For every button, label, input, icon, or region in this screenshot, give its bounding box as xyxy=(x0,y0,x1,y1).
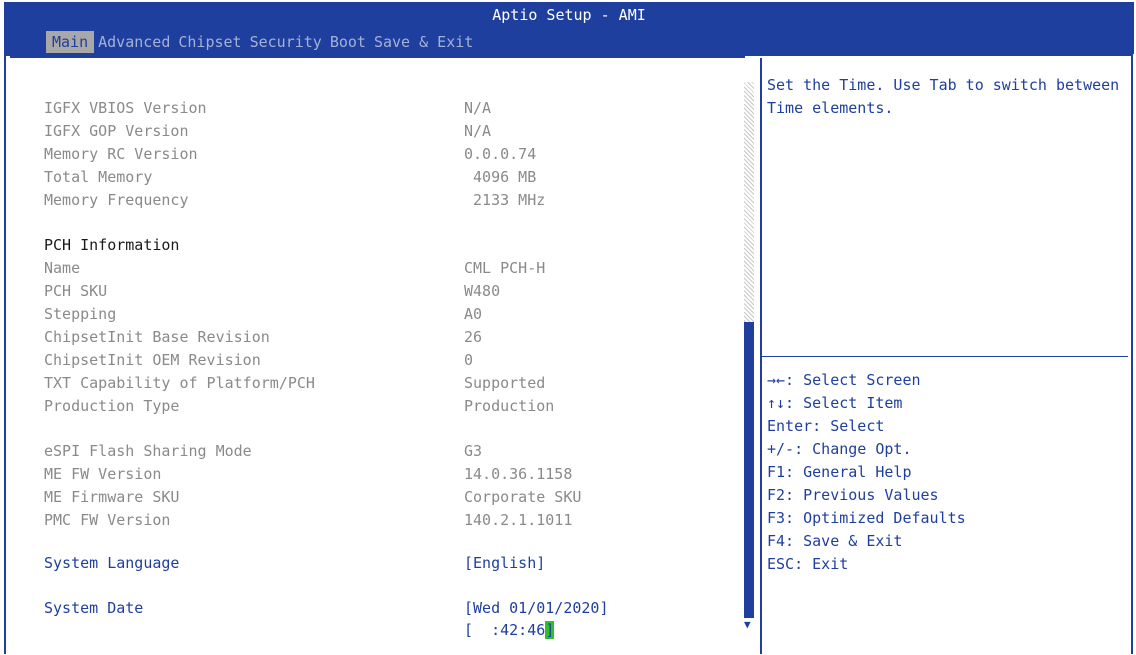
help-text: Set the Time. Use Tab to switch between … xyxy=(767,76,1120,117)
pch-sku-value: W480 xyxy=(464,282,501,300)
total-memory-label: Total Memory xyxy=(44,168,153,186)
pmc-fw-label: PMC FW Version xyxy=(44,511,171,529)
key-enter-select: Enter: Select xyxy=(767,417,885,435)
key-save-exit: F4: Save & Exit xyxy=(767,532,903,550)
tab-save-exit[interactable]: Save & Exit xyxy=(370,31,477,53)
total-memory-value: 4096 MB xyxy=(464,168,537,186)
key-general-help: F1: General Help xyxy=(767,463,912,481)
key-change-opt: +/-: Change Opt. xyxy=(767,440,912,458)
pch-sku-label: PCH SKU xyxy=(44,282,108,300)
time-hours-field[interactable]: 00 xyxy=(473,621,491,639)
key-esc-exit: ESC: Exit xyxy=(767,555,849,573)
key-select-item: ↑↓: Select Item xyxy=(767,394,903,412)
tab-advanced[interactable]: Advanced xyxy=(94,31,174,53)
me-sku-value: Corporate SKU xyxy=(464,488,582,506)
igfx-vbios-label: IGFX VBIOS Version xyxy=(44,99,207,117)
me-fw-value: 14.0.36.1158 xyxy=(464,465,573,483)
tab-boot[interactable]: Boot xyxy=(326,31,370,53)
base-revision-value: 26 xyxy=(464,328,483,346)
me-sku-label: ME Firmware SKU xyxy=(44,488,180,506)
tab-main[interactable]: Main xyxy=(46,31,95,53)
time-open-bracket: [ xyxy=(464,621,474,639)
pch-info-header: PCH Information xyxy=(44,236,180,254)
oem-revision-label: ChipsetInit OEM Revision xyxy=(44,351,261,369)
system-language-label[interactable]: System Language xyxy=(44,552,179,574)
igfx-vbios-value: N/A xyxy=(464,99,492,117)
key-optimized-defaults: F3: Optimized Defaults xyxy=(767,509,966,527)
tab-security[interactable]: Security xyxy=(246,31,326,53)
memory-frequency-label: Memory Frequency xyxy=(44,191,189,209)
pmc-fw-value: 140.2.1.1011 xyxy=(464,511,573,529)
system-language-value[interactable]: [English] xyxy=(464,552,545,574)
system-time-label[interactable]: System Time xyxy=(44,619,143,641)
memory-frequency-value: 2133 MHz xyxy=(464,191,546,209)
txt-capability-value: Supported xyxy=(464,374,546,392)
tab-chipset[interactable]: Chipset xyxy=(174,31,245,53)
stepping-label: Stepping xyxy=(44,305,117,323)
txt-capability-label: TXT Capability of Platform/PCH xyxy=(44,374,315,392)
key-legend: →←: Select Screen ↑↓: Select Item Enter:… xyxy=(767,369,966,576)
system-date-value[interactable]: [Wed 01/01/2020] xyxy=(464,597,609,619)
time-minutes-seconds[interactable]: :42:46 xyxy=(491,621,545,639)
mem-rc-value: 0.0.0.74 xyxy=(464,145,537,163)
oem-revision-value: 0 xyxy=(464,351,474,369)
pch-name-value: CML PCH-H xyxy=(464,259,546,277)
production-type-label: Production Type xyxy=(44,397,180,415)
scrollbar-thumb[interactable] xyxy=(744,322,754,618)
system-time-value[interactable]: [00:42:46] xyxy=(464,619,555,641)
scroll-down-arrow-icon[interactable]: ▼ xyxy=(744,618,751,631)
base-revision-label: ChipsetInit Base Revision xyxy=(44,328,270,346)
igfx-gop-label: IGFX GOP Version xyxy=(44,122,189,140)
tab-bar: Main Advanced Chipset Security Boot Save… xyxy=(46,31,477,53)
igfx-gop-value: N/A xyxy=(464,122,492,140)
system-date-label[interactable]: System Date xyxy=(44,597,143,619)
key-previous-values: F2: Previous Values xyxy=(767,486,939,504)
pch-name-label: Name xyxy=(44,259,81,277)
help-separator xyxy=(762,356,1128,357)
espi-mode-label: eSPI Flash Sharing Mode xyxy=(44,442,252,460)
me-fw-label: ME FW Version xyxy=(44,465,162,483)
production-type-value: Production xyxy=(464,397,555,415)
time-close-bracket: ] xyxy=(545,621,555,639)
title-bar: Aptio Setup - AMI Main Advanced Chipset … xyxy=(4,2,1134,54)
window-title: Aptio Setup - AMI xyxy=(492,6,646,24)
key-select-screen: →←: Select Screen xyxy=(767,371,921,389)
stepping-value: A0 xyxy=(464,305,483,323)
espi-mode-value: G3 xyxy=(464,442,483,460)
mem-rc-label: Memory RC Version xyxy=(44,145,198,163)
